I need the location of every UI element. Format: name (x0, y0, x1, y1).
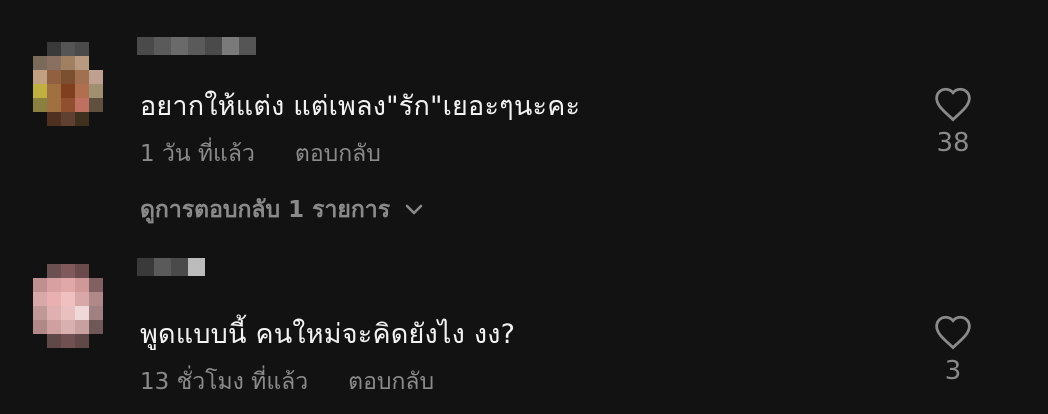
chevron-down-icon (405, 204, 423, 215)
comment-timestamp: 1 วัน ที่แล้ว (140, 141, 255, 167)
avatar-pixel (61, 278, 75, 292)
avatar-pixel (61, 320, 75, 334)
comment-meta: 1 วัน ที่แล้ว ตอบกลับ (140, 136, 381, 172)
like-button[interactable]: 38 (925, 86, 981, 158)
avatar-pixel (61, 98, 75, 112)
username-pixel (137, 258, 154, 276)
avatar-pixel (47, 98, 61, 112)
avatar-pixel (75, 264, 89, 278)
avatar-pixel (47, 278, 61, 292)
avatar-pixel (47, 292, 61, 306)
avatar-pixel (61, 112, 75, 126)
username-pixel (171, 258, 188, 276)
avatar-pixel (75, 278, 89, 292)
like-count: 38 (936, 128, 970, 158)
avatar-pixel (33, 42, 47, 56)
avatar-pixel (75, 306, 89, 320)
avatar-pixel (61, 334, 75, 348)
comment-timestamp: 13 ชั่วโมง ที่แล้ว (140, 369, 309, 395)
avatar-pixel (47, 70, 61, 84)
avatar-pixel (47, 306, 61, 320)
comment-text: พูดแบบนี้ คนใหม่จะคิดยังไง งง? (140, 319, 516, 350)
avatar[interactable] (33, 42, 103, 126)
avatar-pixel (47, 112, 61, 126)
comment-meta: 13 ชั่วโมง ที่แล้ว ตอบกลับ (140, 364, 434, 400)
avatar-pixel (47, 42, 61, 56)
avatar-pixel (75, 334, 89, 348)
heart-outline-icon (935, 315, 971, 350)
view-replies-button[interactable]: ดูการตอบกลับ 1 รายการ (140, 192, 424, 228)
username-pixel (171, 37, 188, 55)
avatar-pixel (89, 84, 103, 98)
avatar-pixel (61, 42, 75, 56)
username-pixel (154, 258, 171, 276)
username-pixel (188, 37, 205, 55)
username-pixel (154, 37, 171, 55)
avatar-pixel (33, 334, 47, 348)
reply-button[interactable]: ตอบกลับ (295, 136, 381, 172)
username-pixel (205, 37, 222, 55)
avatar-pixel (33, 292, 47, 306)
avatar-pixel (89, 278, 103, 292)
avatar-pixel (89, 334, 103, 348)
avatar-pixel (75, 56, 89, 70)
avatar[interactable] (33, 264, 103, 348)
avatar-pixel (47, 56, 61, 70)
username-blurred[interactable] (137, 37, 256, 55)
avatar-pixel (33, 112, 47, 126)
comment-item-2: พูดแบบนี้ คนใหม่จะคิดยังไง งง? 13 ชั่วโม… (0, 240, 1048, 414)
avatar-pixel (75, 292, 89, 306)
avatar-pixel (89, 112, 103, 126)
username-pixel (188, 258, 205, 276)
avatar-pixel (75, 98, 89, 112)
avatar-pixel (75, 42, 89, 56)
avatar-pixel (47, 320, 61, 334)
avatar-pixel (33, 56, 47, 70)
avatar-pixel (61, 56, 75, 70)
avatar-pixel (33, 264, 47, 278)
avatar-pixel (61, 292, 75, 306)
avatar-pixel (89, 42, 103, 56)
avatar-pixel (75, 84, 89, 98)
avatar-pixel (33, 306, 47, 320)
avatar-pixel (75, 112, 89, 126)
avatar-pixel (75, 320, 89, 334)
avatar-pixel (89, 306, 103, 320)
avatar-pixel (61, 306, 75, 320)
like-button[interactable]: 3 (925, 314, 981, 386)
avatar-pixel (89, 98, 103, 112)
view-replies-label: ดูการตอบกลับ 1 รายการ (140, 197, 391, 223)
avatar-pixel (61, 84, 75, 98)
avatar-pixel (89, 56, 103, 70)
avatar-pixel (89, 70, 103, 84)
avatar-pixel (33, 320, 47, 334)
avatar-pixel (89, 292, 103, 306)
username-blurred[interactable] (137, 258, 205, 276)
avatar-pixel (33, 278, 47, 292)
avatar-pixel (47, 264, 61, 278)
avatar-pixel (75, 70, 89, 84)
comment-text: อยากให้แต่ง แต่เพลง"รัก"เยอะๆนะคะ (140, 91, 581, 122)
avatar-pixel (61, 264, 75, 278)
avatar-pixel (47, 334, 61, 348)
avatar-pixel (89, 264, 103, 278)
avatar-pixel (47, 84, 61, 98)
username-pixel (137, 37, 154, 55)
comment-item-1: อยากให้แต่ง แต่เพลง"รัก"เยอะๆนะคะ 1 วัน … (0, 0, 1048, 180)
username-pixel (239, 37, 256, 55)
avatar-pixel (89, 320, 103, 334)
like-count: 3 (944, 356, 962, 386)
reply-button[interactable]: ตอบกลับ (348, 364, 434, 400)
avatar-pixel (61, 70, 75, 84)
heart-outline-icon (935, 87, 971, 122)
avatar-pixel (33, 84, 47, 98)
avatar-pixel (33, 98, 47, 112)
avatar-pixel (33, 70, 47, 84)
username-pixel (222, 37, 239, 55)
